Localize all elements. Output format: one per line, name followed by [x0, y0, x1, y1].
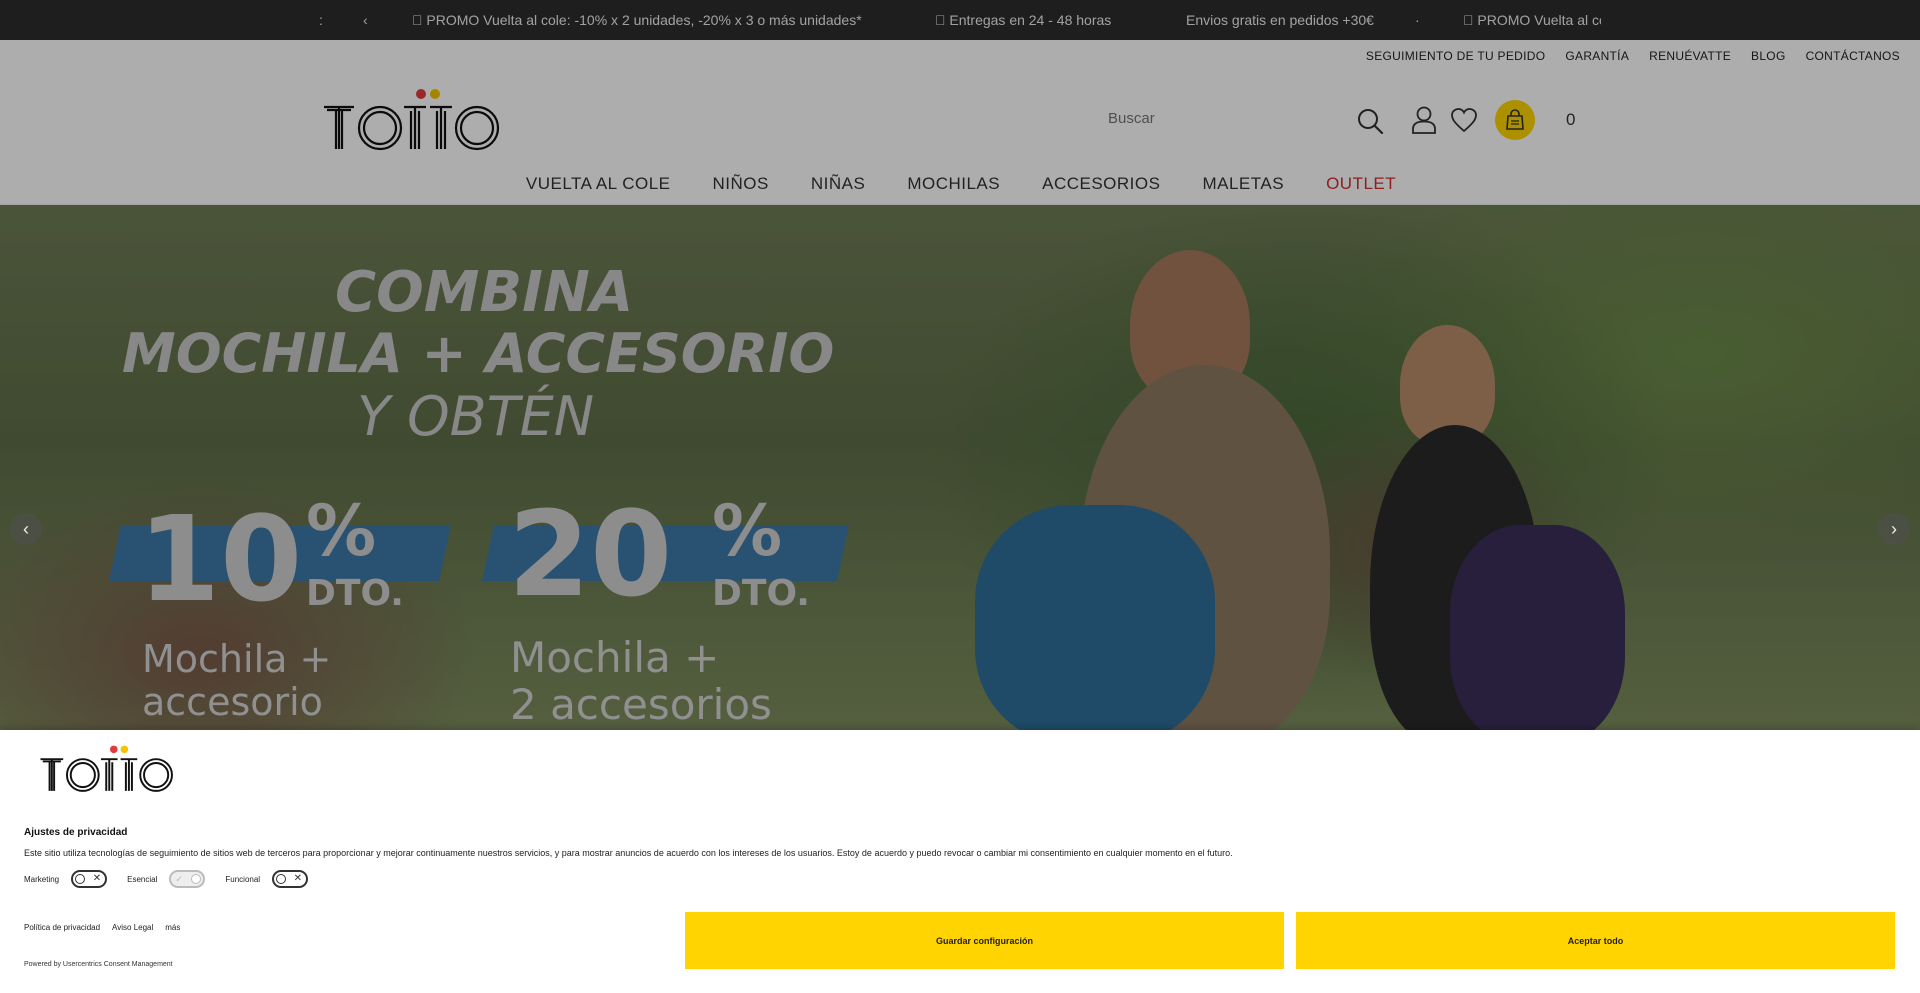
- toggle-label-funcional: Funcional: [225, 874, 261, 884]
- consent-backdrop: [0, 0, 1920, 730]
- toggle-label-esencial: Esencial: [127, 874, 158, 884]
- link-privacy-policy[interactable]: Política de privacidad: [24, 923, 100, 932]
- toggle-knob: [191, 874, 202, 884]
- save-settings-button[interactable]: Guardar configuración: [685, 912, 1284, 969]
- consent-links: Política de privacidad Aviso Legal más: [24, 923, 180, 932]
- toggle-label-marketing: Marketing: [24, 874, 60, 884]
- consent-logo: [39, 744, 175, 799]
- consent-toggles: Marketing ✕ Esencial ✓ Funcional ✕: [24, 870, 328, 888]
- accept-all-button[interactable]: Aceptar todo: [1296, 912, 1895, 969]
- hero-prev-arrow[interactable]: ‹: [10, 513, 42, 545]
- consent-description: Este sitio utiliza tecnologías de seguim…: [24, 848, 1233, 858]
- hero-next-arrow[interactable]: ›: [1878, 513, 1910, 545]
- toggle-esencial: ✓: [169, 870, 206, 888]
- check-icon: ✓: [175, 874, 183, 884]
- link-more[interactable]: más: [165, 923, 180, 932]
- toggle-funcional[interactable]: ✕: [272, 870, 309, 888]
- consent-title: Ajustes de privacidad: [24, 827, 128, 838]
- toggle-marketing[interactable]: ✕: [71, 870, 108, 888]
- toggle-knob: [276, 874, 287, 884]
- consent-powered-by: Powered by Usercentrics Consent Manageme…: [24, 961, 173, 968]
- consent-banner: Ajustes de privacidad Este sitio utiliza…: [0, 730, 1920, 993]
- link-legal-notice[interactable]: Aviso Legal: [112, 923, 153, 932]
- toggle-knob: [75, 874, 86, 884]
- totto-logo-icon: [40, 745, 173, 792]
- close-icon: ✕: [92, 873, 102, 884]
- close-icon: ✕: [293, 873, 303, 884]
